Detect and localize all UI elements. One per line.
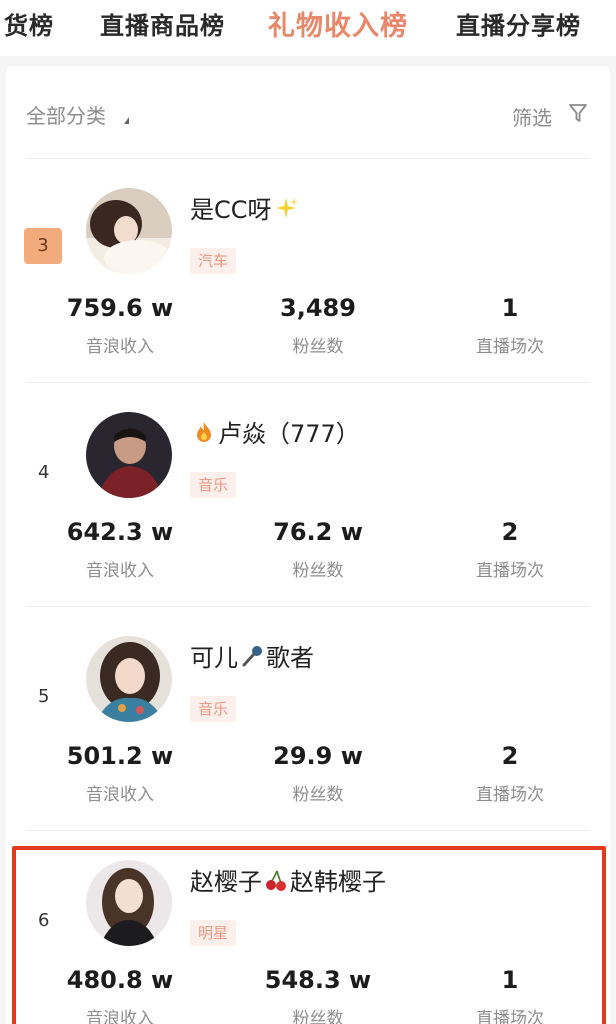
streamer-name[interactable]: 赵樱子 赵韩樱子: [190, 862, 386, 897]
list-item[interactable]: 3 是CC呀 汽车 759.6 w 音浪收入 3,489 粉丝数 1 直播场次: [6, 162, 610, 386]
income-stat: 642.3 w 音浪收入: [20, 518, 220, 581]
filter-bar: 全部分类 筛选: [6, 66, 610, 156]
rank-number: 4: [38, 462, 50, 483]
avatar[interactable]: [86, 188, 172, 274]
fans-stat: 548.3 w 粉丝数: [218, 966, 418, 1024]
rank-number: 5: [38, 686, 50, 707]
income-value: 759.6 w: [66, 294, 174, 322]
income-value: 501.2 w: [66, 742, 174, 770]
income-label: 音浪收入: [86, 1009, 154, 1024]
ranking-panel: 全部分类 筛选 3 是CC呀 汽车 759.6 w 音浪收入 3,489 粉丝数…: [6, 66, 610, 1024]
streamer-name-text: 赵樱子: [190, 868, 262, 896]
category-tag: 音乐: [190, 472, 237, 498]
streamer-name-text: 是CC呀: [190, 196, 272, 224]
streamer-name[interactable]: 卢焱（777）: [190, 414, 360, 449]
ranking-tabs: 货榜 直播商品榜 礼物收入榜 直播分享榜: [0, 0, 616, 56]
category-tag: 明星: [190, 920, 237, 946]
filter-button[interactable]: 筛选: [512, 102, 552, 131]
sessions-value: 2: [501, 742, 519, 770]
fans-value: 548.3 w: [264, 966, 372, 994]
fans-stat: 29.9 w 粉丝数: [218, 742, 418, 805]
avatar[interactable]: [86, 412, 172, 498]
streamer-name-text: 卢焱（777）: [218, 420, 360, 448]
avatar[interactable]: [86, 636, 172, 722]
category-tag: 音乐: [190, 696, 237, 722]
cherry-icon: [266, 870, 286, 891]
tab-goods[interactable]: 货榜: [4, 6, 54, 41]
streamer-name[interactable]: 可儿 歌者: [190, 638, 314, 673]
income-value: 642.3 w: [66, 518, 174, 546]
divider: [26, 382, 590, 383]
sessions-value: 1: [501, 294, 519, 322]
sessions-value: 2: [501, 518, 519, 546]
income-label: 音浪收入: [86, 785, 154, 805]
sessions-stat: 2 直播场次: [410, 742, 610, 805]
rank-number: 6: [38, 910, 50, 931]
income-stat: 501.2 w 音浪收入: [20, 742, 220, 805]
fire-icon: [197, 421, 211, 442]
dropdown-triangle-icon: [124, 117, 129, 124]
divider: [26, 158, 590, 159]
fans-label: 粉丝数: [292, 785, 344, 805]
tab-live-products[interactable]: 直播商品榜: [100, 6, 225, 41]
tab-live-share[interactable]: 直播分享榜: [456, 6, 581, 41]
sparkle-icon: [275, 197, 298, 218]
streamer-name-text: 歌者: [266, 644, 314, 672]
sessions-label: 直播场次: [476, 785, 544, 805]
category-dropdown[interactable]: 全部分类: [26, 100, 106, 129]
fans-stat: 3,489 粉丝数: [218, 294, 418, 357]
sessions-value: 1: [501, 966, 519, 994]
category-tag: 汽车: [190, 248, 237, 274]
income-stat: 480.8 w 音浪收入: [20, 966, 220, 1024]
sessions-stat: 2 直播场次: [410, 518, 610, 581]
fans-stat: 76.2 w 粉丝数: [218, 518, 418, 581]
microphone-icon: [242, 645, 262, 666]
sessions-label: 直播场次: [476, 337, 544, 357]
streamer-name[interactable]: 是CC呀: [190, 190, 300, 225]
fans-label: 粉丝数: [292, 337, 344, 357]
streamer-name-text: 可儿: [190, 644, 238, 672]
list-item[interactable]: 5 可儿 歌者 音乐 501.2 w 音浪收入 29.9 w 粉丝数 2 直播场…: [6, 610, 610, 834]
list-item[interactable]: 6 赵樱子 赵韩樱子 明星 480.8 w 音浪收入 548.3 w 粉丝数 1: [6, 834, 610, 1024]
sessions-label: 直播场次: [476, 1009, 544, 1024]
sessions-label: 直播场次: [476, 561, 544, 581]
fans-value: 29.9 w: [273, 742, 363, 770]
rank-badge: 3: [24, 228, 62, 264]
divider: [26, 606, 590, 607]
fans-value: 76.2 w: [273, 518, 363, 546]
fans-value: 3,489: [280, 294, 356, 322]
income-value: 480.8 w: [66, 966, 174, 994]
sessions-stat: 1 直播场次: [410, 294, 610, 357]
income-label: 音浪收入: [86, 561, 154, 581]
sessions-stat: 1 直播场次: [410, 966, 610, 1024]
fans-label: 粉丝数: [292, 561, 344, 581]
funnel-icon[interactable]: [568, 102, 588, 124]
income-stat: 759.6 w 音浪收入: [20, 294, 220, 357]
divider: [26, 830, 590, 831]
income-label: 音浪收入: [86, 337, 154, 357]
tab-gift-income[interactable]: 礼物收入榜: [268, 4, 408, 43]
fans-label: 粉丝数: [292, 1009, 344, 1024]
streamer-name-text: 赵韩樱子: [290, 868, 386, 896]
avatar[interactable]: [86, 860, 172, 946]
list-item[interactable]: 4 卢焱（777） 音乐 642.3 w 音浪收入 76.2 w 粉丝数 2 直…: [6, 386, 610, 610]
